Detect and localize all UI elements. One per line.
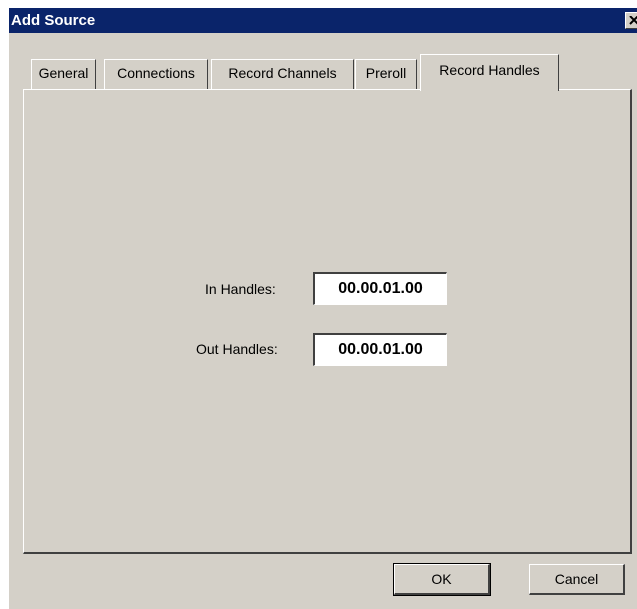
tab-record-channels[interactable]: Record Channels: [211, 59, 354, 89]
cancel-button[interactable]: Cancel: [529, 564, 625, 595]
tab-strip: General Connections Record Channels Prer…: [9, 8, 637, 98]
out-handles-field[interactable]: [313, 333, 447, 366]
tab-preroll[interactable]: Preroll: [355, 59, 417, 89]
add-source-dialog: Add Source General Connections Record Ch…: [9, 8, 637, 609]
record-handles-panel: In Handles: Out Handles:: [23, 89, 632, 554]
tab-record-handles[interactable]: Record Handles: [420, 54, 559, 91]
in-handles-label: In Handles:: [205, 281, 276, 297]
out-handles-label: Out Handles:: [196, 341, 278, 357]
tab-connections[interactable]: Connections: [104, 59, 208, 89]
ok-button[interactable]: OK: [393, 563, 491, 596]
tab-general[interactable]: General: [31, 59, 96, 89]
in-handles-field[interactable]: [313, 272, 447, 305]
